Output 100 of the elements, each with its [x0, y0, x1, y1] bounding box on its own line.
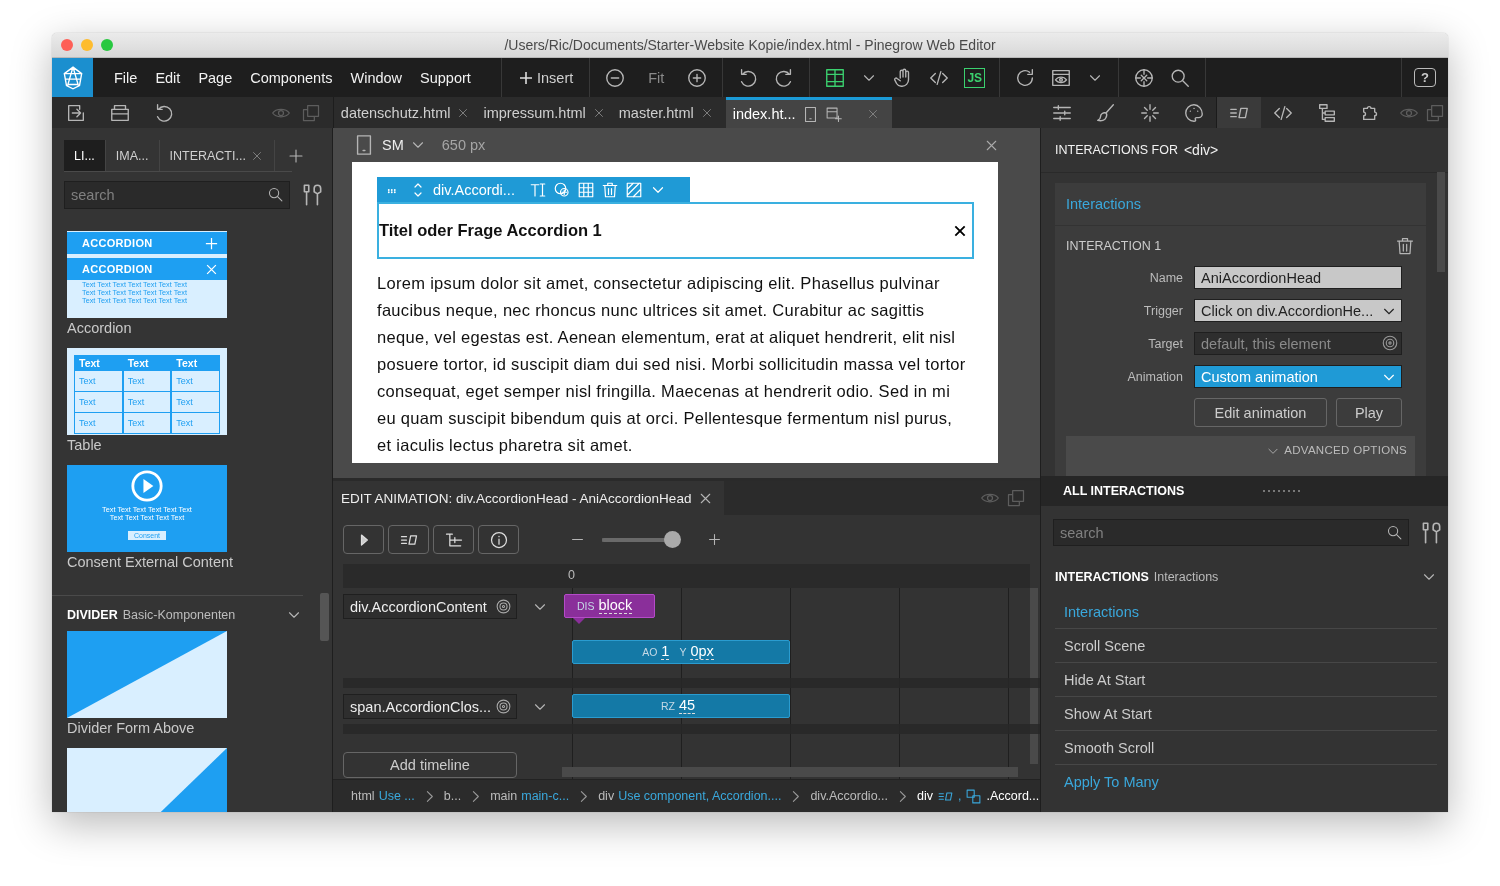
scrollbar[interactable]: [320, 593, 329, 641]
timeline-target[interactable]: div.AccordionContent: [343, 594, 517, 619]
search-icon[interactable]: [1386, 524, 1403, 541]
property-value[interactable]: 1: [661, 644, 670, 660]
preview-text: Text: [172, 371, 219, 391]
menu-item[interactable]: Edit: [146, 69, 190, 86]
interaction-item[interactable]: Interactions: [1055, 595, 1437, 629]
tree-button[interactable]: [433, 525, 474, 554]
zoom-in-icon[interactable]: [686, 66, 709, 89]
preview-text: Text: [123, 392, 171, 412]
breadcrumb-note[interactable]: Use ...: [378, 789, 415, 803]
panel-tab[interactable]: EDIT ANIMATION: div.AccordionHead - AniAccordionHead: [333, 481, 725, 515]
search-field[interactable]: search: [64, 181, 290, 209]
file-tab[interactable]: impressum.html: [476, 97, 612, 128]
plus-icon: [204, 235, 219, 251]
tab-label[interactable]: index.ht...: [732, 106, 796, 122]
properties-button[interactable]: [388, 525, 429, 554]
info-button[interactable]: [478, 525, 519, 554]
interaction-item[interactable]: Apply To Many: [1055, 765, 1437, 798]
property-value[interactable]: 45: [678, 698, 696, 714]
search-field[interactable]: search: [1053, 519, 1409, 546]
library-tab[interactable]: IMA...: [105, 140, 160, 171]
file-tab[interactable]: index.ht...: [725, 97, 892, 128]
target-field[interactable]: default, this element: [1194, 332, 1402, 355]
trash-icon[interactable]: [600, 180, 619, 199]
breadcrumb-tag[interactable]: html: [351, 789, 375, 803]
javascript-button[interactable]: JS: [964, 67, 986, 88]
interaction-item[interactable]: Show At Start: [1055, 697, 1437, 731]
accordion-header[interactable]: Titel oder Frage Accordion 1: [377, 202, 974, 259]
menu-item[interactable]: File: [105, 69, 147, 86]
breadcrumb-tag[interactable]: div.Accordio...: [810, 789, 888, 803]
group-title: INTERACTIONS: [1055, 570, 1149, 584]
breadcrumb-note[interactable]: main-c...: [521, 789, 570, 803]
file-tab[interactable]: master.html: [611, 97, 720, 128]
tab-label[interactable]: datenschutz.html: [340, 104, 451, 121]
add-circle-icon[interactable]: [552, 180, 571, 199]
keyframe[interactable]: AO 1 Y 0px: [572, 640, 790, 664]
play-icon: [130, 469, 164, 503]
zoom-fit-button[interactable]: Fit: [640, 69, 673, 86]
action-button[interactable]: Edit animation: [1194, 398, 1327, 427]
help-button[interactable]: ?: [1414, 68, 1436, 87]
component-label[interactable]: Consent External Content: [67, 554, 234, 570]
interaction-item[interactable]: Scroll Scene: [1055, 629, 1437, 663]
breadcrumb-tag[interactable]: main: [490, 789, 518, 803]
component-label[interactable]: Accordion: [67, 320, 132, 336]
breadcrumb-tag[interactable]: div: [917, 789, 933, 803]
timeline-target[interactable]: span.AccordionClos...: [343, 694, 517, 719]
action-button[interactable]: Play: [1336, 398, 1402, 427]
tab-label[interactable]: LI...: [74, 148, 95, 163]
menu-item[interactable]: Window: [341, 69, 412, 86]
device-button[interactable]: SM: [380, 137, 404, 153]
compass-icon[interactable]: [1133, 66, 1156, 89]
library-tab[interactable]: LI...: [64, 140, 106, 171]
interactions-link[interactable]: Interactions: [1066, 196, 1141, 212]
plus-icon[interactable]: [706, 531, 723, 548]
hatch-icon[interactable]: [624, 180, 643, 199]
property-value[interactable]: block: [598, 598, 633, 614]
page-width: 650 px: [441, 137, 486, 153]
interaction-item[interactable]: Smooth Scroll: [1055, 731, 1437, 765]
tab-label[interactable]: impressum.html: [483, 104, 586, 121]
breadcrumb-class[interactable]: .Accord...: [986, 789, 1040, 803]
text-cursor-icon[interactable]: [528, 180, 547, 199]
menu-item[interactable]: Components: [241, 69, 342, 86]
menu-item[interactable]: Page: [189, 69, 242, 86]
library-tab[interactable]: INTERACTI...: [159, 140, 275, 171]
breadcrumb-tag[interactable]: b...: [443, 789, 462, 803]
advanced-options-toggle[interactable]: ADVANCED OPTIONS: [1266, 444, 1407, 462]
target-icon[interactable]: [495, 598, 512, 615]
breadcrumb-tag[interactable]: div: [598, 789, 615, 803]
scrollbar[interactable]: [562, 767, 1018, 777]
add-timeline-button[interactable]: Add timeline: [343, 752, 517, 778]
layout-icon[interactable]: [824, 66, 847, 89]
name-field[interactable]: AniAccordionHead: [1194, 266, 1402, 289]
keyframe[interactable]: RZ 45: [572, 694, 790, 718]
trash-icon[interactable]: [1395, 236, 1415, 256]
app-logo[interactable]: [52, 58, 93, 97]
interaction-item[interactable]: Hide At Start: [1055, 663, 1437, 697]
component-label[interactable]: Table: [67, 437, 102, 453]
tab-label[interactable]: IMA...: [115, 148, 149, 163]
add-page-icon[interactable]: [824, 105, 842, 123]
search-icon[interactable]: [267, 186, 284, 203]
resize-handle[interactable]: [1263, 490, 1301, 492]
component-label[interactable]: Divider Form Above: [67, 720, 195, 736]
property-value[interactable]: 0px: [690, 644, 714, 660]
panel-tab[interactable]: [1216, 97, 1262, 128]
target-icon[interactable]: [1381, 334, 1399, 352]
menu-item[interactable]: Support: [411, 69, 480, 86]
slider-thumb[interactable]: [664, 531, 682, 548]
scrollbar[interactable]: [1437, 172, 1445, 272]
grid-icon[interactable]: [576, 180, 595, 199]
tab-label[interactable]: master.html: [618, 104, 694, 121]
select-field[interactable]: Click on div.AccordionHe...: [1194, 299, 1402, 322]
file-tab[interactable]: datenschutz.html: [333, 97, 477, 128]
zoom-out-icon[interactable]: [604, 66, 627, 89]
breadcrumb-note[interactable]: Use component, Accordion....: [618, 789, 782, 803]
tab-label[interactable]: INTERACTI...: [169, 148, 246, 163]
interaction-title: INTERACTION 1: [1066, 239, 1162, 253]
play-button[interactable]: [343, 525, 384, 554]
target-icon[interactable]: [495, 698, 512, 715]
insert-button[interactable]: Insert: [516, 69, 576, 86]
